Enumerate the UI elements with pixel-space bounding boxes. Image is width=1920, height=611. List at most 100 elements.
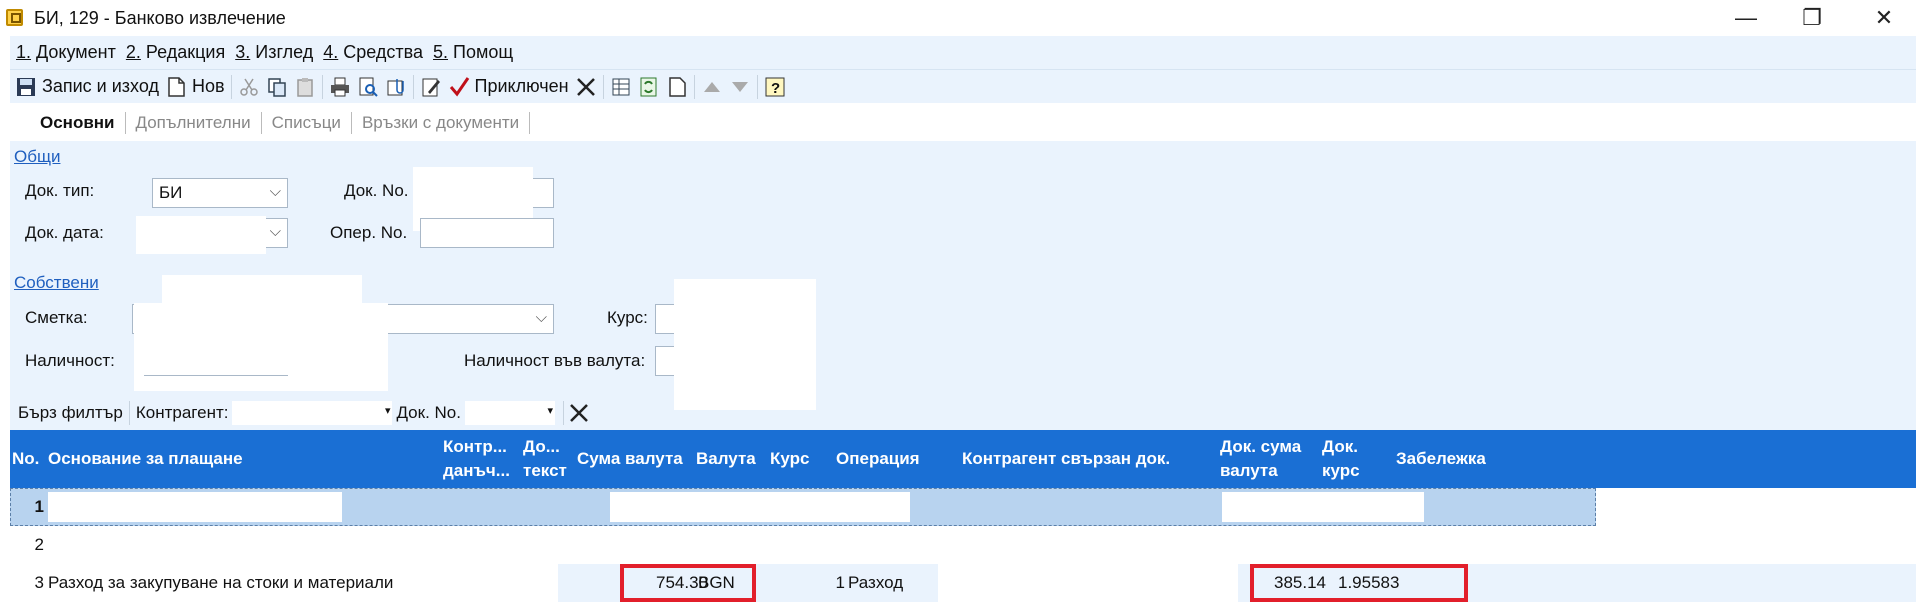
new-button[interactable]: Нов — [162, 72, 228, 102]
cancel-button[interactable] — [572, 72, 600, 102]
close-icon — [570, 404, 588, 422]
doc-type-select[interactable]: БИ ⌵ — [152, 178, 288, 208]
toolbar-separator — [321, 74, 323, 99]
maximize-button[interactable]: ❐ — [1784, 0, 1840, 36]
operation-cell: Разход — [848, 573, 904, 592]
menu-edit[interactable]: 2. Редакция — [126, 42, 225, 63]
close-icon — [575, 76, 597, 98]
row-number: 2 — [34, 535, 44, 554]
balance-label: Наличност: — [25, 351, 115, 370]
save-exit-button[interactable]: Запис и изход — [12, 72, 162, 102]
operation-number-cell: 1 — [835, 573, 845, 592]
table-icon — [610, 76, 632, 98]
col-header-no[interactable]: No. — [12, 430, 42, 488]
balance-currency-label: Наличност във валута: — [464, 351, 646, 370]
minimize-button[interactable]: — — [1718, 0, 1774, 36]
tab-main[interactable]: Основни — [30, 111, 126, 134]
toolbar-separator — [602, 74, 604, 99]
menu-tools[interactable]: 4. Средства — [323, 42, 423, 63]
oper-no-field[interactable] — [420, 218, 554, 248]
col-header-line: Док. сума — [1220, 437, 1302, 456]
table-row[interactable]: 1 — [10, 488, 1916, 526]
toolbar: Запис и изход Нов Приключен ? — [10, 69, 1916, 103]
toolbar-separator — [230, 74, 232, 99]
menu-view[interactable]: 3. Изглед — [235, 42, 313, 63]
col-header-counterparty-tax[interactable]: Контр... данъч... — [443, 430, 521, 488]
counterparty-filter-input[interactable]: ▾ — [232, 401, 393, 425]
col-header-rate[interactable]: Курс — [770, 430, 830, 488]
edit-button[interactable] — [417, 72, 445, 102]
closed-toggle-button[interactable]: Приключен — [445, 72, 572, 102]
new-document-icon — [165, 76, 187, 98]
row-number: 1 — [34, 497, 44, 516]
app-icon — [6, 9, 23, 26]
paste-icon — [294, 76, 316, 98]
copy-button[interactable] — [263, 72, 291, 102]
menu-document[interactable]: 1. Документ — [16, 42, 116, 63]
arrow-down-icon — [729, 76, 751, 98]
highlight-box — [1250, 564, 1468, 602]
tab-lists[interactable]: Списъци — [262, 111, 352, 134]
help-button[interactable]: ? — [761, 72, 789, 102]
redacted-area — [674, 279, 816, 405]
move-down-button[interactable] — [726, 72, 754, 102]
col-header-doc-rate[interactable]: Док. курс — [1322, 430, 1382, 488]
table-button[interactable] — [607, 72, 635, 102]
paste-button[interactable] — [291, 72, 319, 102]
col-header-currency[interactable]: Валута — [696, 430, 766, 488]
toolbar-separator — [693, 74, 695, 99]
clear-filter-button[interactable] — [568, 402, 590, 424]
chevron-down-icon: ⌵ — [269, 183, 281, 200]
row-number: 3 — [34, 573, 44, 592]
filter-separator — [562, 401, 564, 425]
col-header-note[interactable]: Забележка — [1396, 430, 1516, 488]
tab-document-links[interactable]: Връзки с документи — [352, 111, 531, 134]
table-row[interactable]: 2 — [10, 526, 1916, 564]
tab-additional[interactable]: Допълнителни — [126, 111, 262, 134]
preview-button[interactable] — [354, 72, 382, 102]
col-header-line: валута — [1220, 461, 1278, 480]
move-up-button[interactable] — [698, 72, 726, 102]
doc-no-filter-input[interactable]: ▾ — [464, 401, 555, 425]
menu-help[interactable]: 5. Помощ — [433, 42, 513, 63]
redacted-area — [1222, 492, 1424, 522]
highlight-box — [620, 564, 756, 602]
quick-filter-bar: Бърз филтър Контрагент: ▾ Док. No. ▾ — [10, 396, 1916, 430]
col-header-line: текст — [523, 461, 567, 480]
print-button[interactable] — [326, 72, 354, 102]
grid-header: No. Основание за плащане Контр... данъч.… — [10, 430, 1916, 488]
chevron-down-icon: ⌵ — [535, 309, 547, 326]
copy-icon — [266, 76, 288, 98]
refresh-button[interactable] — [635, 72, 663, 102]
redacted-area — [162, 275, 362, 303]
basis-cell: Разход за закупуване на стоки и материал… — [48, 573, 394, 592]
close-button[interactable]: ✕ — [1856, 0, 1912, 36]
col-header-amount-currency[interactable]: Сума валута — [577, 430, 697, 488]
redacted-area — [136, 216, 266, 254]
toolbar-separator — [412, 74, 414, 99]
help-icon: ? — [764, 76, 786, 98]
section-general-title[interactable]: Общи — [14, 147, 60, 167]
doc-no-filter-label: Док. No. — [396, 403, 461, 422]
col-header-doc-amount[interactable]: Док. сума валута — [1220, 430, 1320, 488]
attach-button[interactable] — [382, 72, 410, 102]
payments-grid: No. Основание за плащане Контр... данъч.… — [10, 430, 1916, 611]
scissors-icon — [238, 76, 260, 98]
col-header-linked-doc[interactable]: Контрагент свързан док. — [962, 430, 1202, 488]
col-header-line: Контр... — [443, 437, 507, 456]
section-own-title[interactable]: Собствени — [14, 273, 99, 293]
save-icon — [15, 76, 37, 98]
table-row[interactable]: 3 Разход за закупуване на стоки и матери… — [10, 564, 1916, 602]
doc-date-label: Док. дата: — [25, 223, 104, 242]
document-icon — [666, 76, 688, 98]
col-header-operation[interactable]: Операция — [836, 430, 946, 488]
dropdown-arrow-icon: ▾ — [384, 405, 391, 417]
col-header-basis[interactable]: Основание за плащане — [48, 430, 448, 488]
quick-filter-label: Бърз филтър — [18, 403, 123, 422]
cut-button[interactable] — [235, 72, 263, 102]
col-header-doc-text[interactable]: До... текст — [523, 430, 579, 488]
redacted-area — [610, 492, 910, 522]
document-button[interactable] — [663, 72, 691, 102]
doc-type-label: Док. тип: — [25, 181, 95, 200]
arrow-up-icon — [701, 76, 723, 98]
